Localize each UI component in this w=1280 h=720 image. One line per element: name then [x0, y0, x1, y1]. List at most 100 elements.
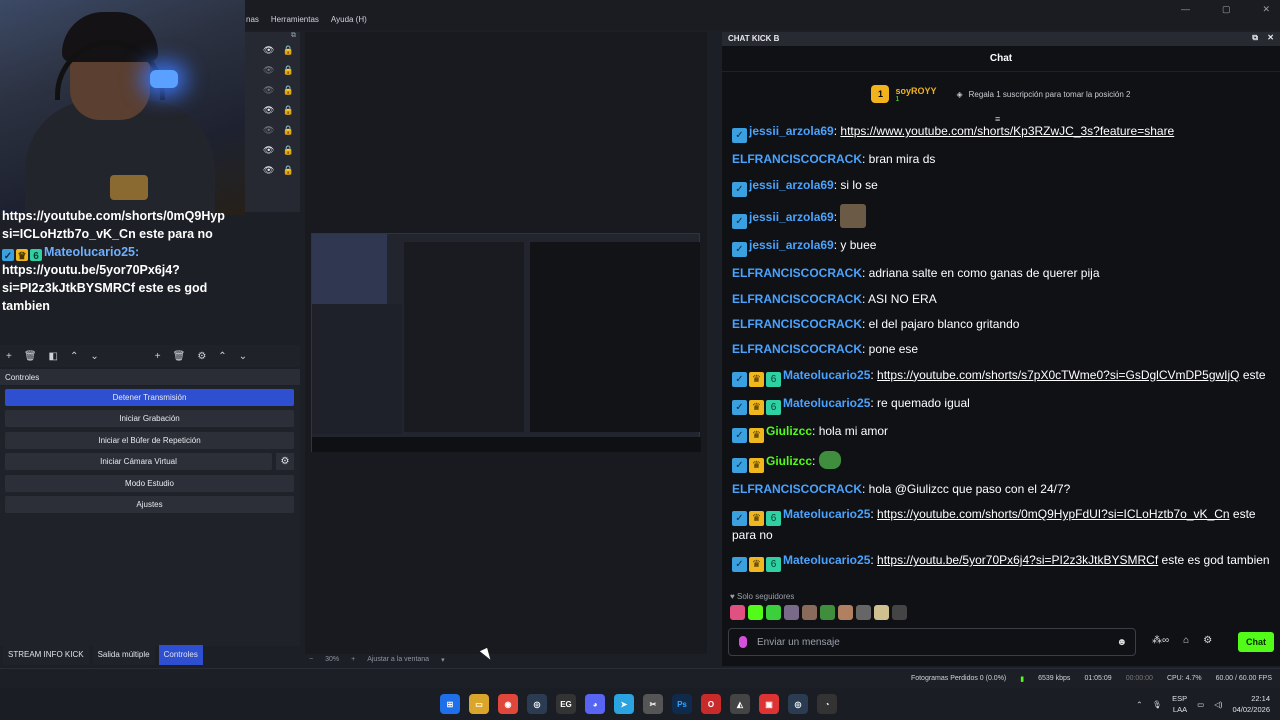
settings-icon[interactable]: ⚙ — [197, 351, 206, 362]
eye-hidden-icon[interactable]: 👁 — [263, 125, 274, 136]
lock-icon[interactable]: 🔒 — [282, 125, 293, 136]
remove-source-icon[interactable]: 🗑 — [173, 351, 186, 362]
scene-preview[interactable] — [311, 233, 701, 452]
eye-hidden-icon[interactable]: 👁 — [263, 65, 274, 76]
emote-icon[interactable] — [892, 605, 907, 620]
chat-username[interactable]: ELFRANCISCOCRACK — [732, 292, 862, 306]
chevron-down-icon[interactable]: ▾ — [441, 656, 445, 664]
tray-chevron-icon[interactable]: ⌃ — [1136, 700, 1142, 709]
filter-icon[interactable]: ◧ — [49, 351, 58, 362]
microphone-icon[interactable] — [739, 636, 747, 648]
chat-username[interactable]: Mateolucario25 — [783, 507, 870, 521]
chat-link[interactable]: https://youtube.com/shorts/0mQ9HypFdUI?s… — [877, 507, 1230, 521]
panel-undock-icon[interactable]: ⧉ — [245, 32, 300, 40]
chrome-icon[interactable]: ◉ — [498, 694, 518, 714]
tab-controls[interactable]: Controles — [158, 645, 203, 665]
zoom-in-icon[interactable]: + — [351, 656, 355, 663]
lock-icon[interactable]: 🔒 — [282, 105, 293, 116]
chat-username[interactable]: ELFRANCISCOCRACK — [732, 482, 862, 496]
chat-username[interactable]: jessii_arzola69 — [749, 238, 834, 252]
chat-username[interactable]: jessii_arzola69 — [749, 178, 834, 192]
telegram-icon[interactable]: ➤ — [614, 694, 634, 714]
steam-icon-2[interactable]: ◎ — [788, 694, 808, 714]
emote-icon[interactable] — [730, 605, 745, 620]
undock-icon[interactable]: ⧉ — [1252, 33, 1258, 43]
eye-icon[interactable]: 👁 — [263, 105, 274, 116]
chat-username[interactable]: Mateolucario25 — [783, 368, 870, 382]
emote-icon[interactable] — [784, 605, 799, 620]
emoji-icon[interactable]: ☻ — [1116, 637, 1127, 648]
eye-hidden-icon[interactable]: 👁 — [263, 85, 274, 96]
chat-link[interactable]: https://youtu.be/5yor70Px6j4?si=PI2z3kJt… — [877, 553, 1158, 567]
tab-stream-info[interactable]: STREAM INFO KICK — [3, 645, 89, 665]
chat-username[interactable]: Mateolucario25 — [783, 553, 870, 567]
chat-username[interactable]: Giulizcc — [766, 424, 812, 438]
obs-icon[interactable]: ◔ — [817, 694, 837, 714]
replay-buffer-button[interactable]: Iniciar el Búfer de Repetición — [5, 432, 294, 449]
menu-item-tools[interactable]: Herramientas — [271, 15, 319, 24]
epic-games-icon[interactable]: EG — [556, 694, 576, 714]
lock-icon[interactable]: 🔒 — [282, 45, 293, 56]
steam-icon[interactable]: ◎ — [527, 694, 547, 714]
menu-item-partial[interactable]: nas — [246, 15, 259, 24]
stop-stream-button[interactable]: Detener Transmisión — [5, 389, 294, 406]
minimize-icon[interactable]: — — [1181, 4, 1190, 15]
maximize-icon[interactable]: ▢ — [1222, 4, 1231, 15]
source-down-icon[interactable]: ⌄ — [239, 351, 247, 362]
move-up-icon[interactable]: ⌃ — [70, 351, 78, 362]
capcut-icon[interactable]: ✂ — [643, 694, 663, 714]
virtual-camera-settings-icon[interactable]: ⚙ — [276, 453, 294, 470]
points-icon[interactable]: ⁂∞ — [1152, 635, 1169, 646]
chat-username[interactable]: ELFRANCISCOCRACK — [732, 152, 862, 166]
menu-item-help[interactable]: Ayuda (H) — [331, 15, 367, 24]
chat-settings-icon[interactable]: ⚙ — [1203, 635, 1212, 646]
chat-username[interactable]: ELFRANCISCOCRACK — [732, 342, 862, 356]
photoshop-icon[interactable]: Ps — [672, 694, 692, 714]
zoom-out-icon[interactable]: − — [309, 656, 313, 663]
source-row[interactable]: 👁 🔒 — [245, 60, 300, 80]
lock-icon[interactable]: 🔒 — [282, 145, 293, 156]
source-row[interactable]: 👁 🔒 — [245, 140, 300, 160]
lock-icon[interactable]: 🔒 — [282, 165, 293, 176]
studio-mode-button[interactable]: Modo Estudio — [5, 475, 294, 492]
chat-username[interactable]: Mateolucario25 — [783, 396, 870, 410]
chat-username[interactable]: jessii_arzola69 — [749, 124, 834, 138]
emote-icon[interactable] — [856, 605, 871, 620]
add-icon[interactable]: + — [6, 351, 12, 362]
message-input[interactable]: Enviar un mensaje ☻ — [728, 628, 1136, 656]
emote-icon[interactable] — [838, 605, 853, 620]
clock[interactable]: 22:14 04/02/2026 — [1232, 693, 1270, 715]
pinned-username[interactable]: soyROYY — [895, 86, 936, 96]
close-window-icon[interactable]: ✕ — [1262, 4, 1270, 15]
tab-multi-output[interactable]: Salida múltiple — [92, 645, 155, 665]
zoom-fit-select[interactable]: Ajustar a la ventana — [367, 656, 429, 663]
source-row[interactable]: 👁 🔒 — [245, 100, 300, 120]
virtual-camera-button[interactable]: Iniciar Cámara Virtual — [5, 453, 272, 470]
send-chat-button[interactable]: Chat — [1238, 632, 1274, 652]
source-up-icon[interactable]: ⌃ — [218, 351, 226, 362]
chat-username[interactable]: Giulizcc — [766, 454, 812, 468]
emote-icon[interactable] — [802, 605, 817, 620]
source-row[interactable]: 👁 🔒 — [245, 160, 300, 180]
stream-app-icon[interactable]: ▣ — [759, 694, 779, 714]
emote-icon[interactable] — [766, 605, 781, 620]
lock-icon[interactable]: 🔒 — [282, 65, 293, 76]
windows-start-icon[interactable]: ⊞ — [440, 694, 460, 714]
delete-icon[interactable]: 🗑 — [24, 351, 37, 362]
volume-icon[interactable]: ◁) — [1214, 700, 1222, 709]
add-source-icon[interactable]: + — [155, 351, 161, 362]
chat-username[interactable]: ELFRANCISCOCRACK — [732, 317, 862, 331]
eye-icon[interactable]: 👁 — [263, 145, 274, 156]
chat-link[interactable]: https://www.youtube.com/shorts/Kp3RZwJC_… — [840, 124, 1174, 138]
language-indicator[interactable]: ESP LAA — [1172, 693, 1187, 715]
start-recording-button[interactable]: Iniciar Grabación — [5, 410, 294, 427]
app-icon[interactable]: ◭ — [730, 694, 750, 714]
chat-username[interactable]: ELFRANCISCOCRACK — [732, 266, 862, 280]
source-row[interactable]: 👁 🔒 — [245, 80, 300, 100]
mic-tray-icon[interactable]: 🎙 — [1153, 700, 1163, 709]
emote-icon[interactable] — [820, 605, 835, 620]
source-row[interactable]: 👁 🔒 — [245, 40, 300, 60]
emote-icon[interactable] — [748, 605, 763, 620]
file-explorer-icon[interactable]: ▭ — [469, 694, 489, 714]
opera-icon[interactable]: O — [701, 694, 721, 714]
